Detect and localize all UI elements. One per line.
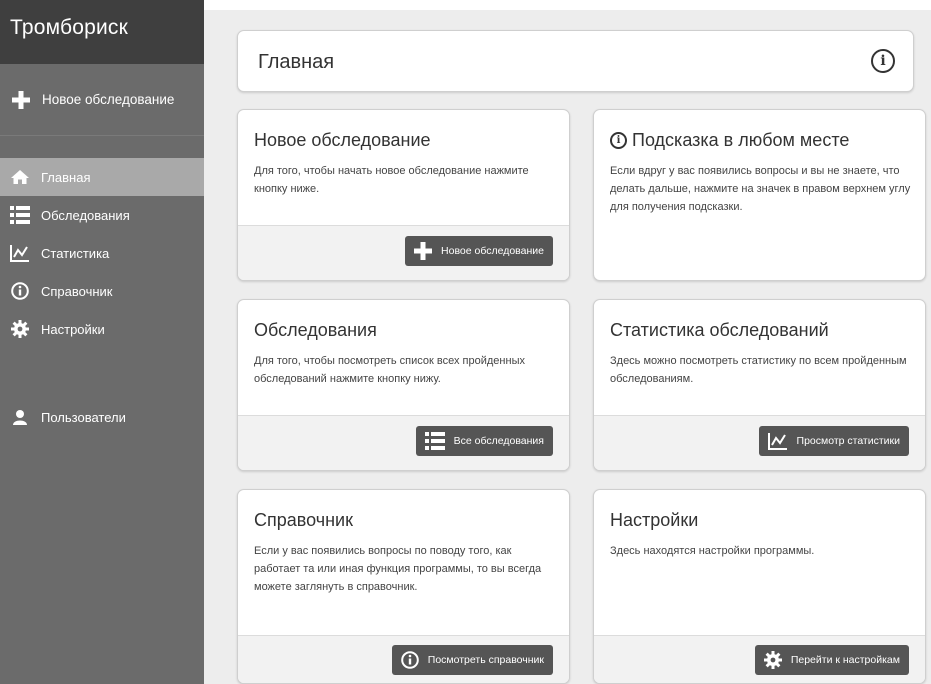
- main-content: Главная i Новое обследование Для того, ч…: [204, 10, 931, 684]
- list-icon: [424, 432, 445, 450]
- sidebar-new-exam-label: Новое обследование: [42, 92, 175, 107]
- button-label: Новое обследование: [441, 245, 544, 257]
- info-icon: [9, 281, 31, 301]
- go-to-settings-button[interactable]: Перейти к настройкам: [754, 645, 909, 675]
- card-footer: Посмотреть справочник: [238, 635, 569, 683]
- sidebar-item-label: Настройки: [41, 321, 105, 337]
- sidebar-item-settings[interactable]: Настройки: [0, 310, 204, 348]
- sidebar-item-label: Обследования: [41, 207, 130, 223]
- card-title: Статистика обследований: [610, 320, 829, 340]
- card-text: Если у вас появились вопросы по поводу т…: [254, 545, 542, 593]
- view-reference-button[interactable]: Посмотреть справочник: [391, 645, 553, 675]
- card-text: Если вдруг у вас появились вопросы и вы …: [610, 165, 911, 213]
- card-settings: Настройки Здесь находятся настройки прог…: [593, 489, 926, 684]
- all-exams-button[interactable]: Все обследования: [415, 426, 553, 456]
- card-title: i Подсказка в любом месте: [610, 130, 849, 151]
- button-label: Перейти к настройкам: [790, 654, 900, 666]
- card-new-exam: Новое обследование Для того, чтобы начат…: [237, 109, 570, 281]
- new-exam-button[interactable]: Новое обследование: [405, 236, 553, 266]
- page-header: Главная i: [237, 30, 914, 92]
- card-exams: Обследования Для того, чтобы посмотреть …: [237, 299, 570, 471]
- info-icon[interactable]: i: [871, 49, 895, 73]
- home-icon: [9, 167, 31, 187]
- user-icon: [9, 407, 31, 427]
- card-footer: Новое обследование: [238, 225, 569, 280]
- card-title: Обследования: [254, 320, 377, 340]
- card-text: Для того, чтобы начать новое обследовани…: [254, 165, 529, 195]
- card-title-text: Подсказка в любом месте: [632, 130, 850, 150]
- sidebar-item-home[interactable]: Главная: [0, 158, 204, 196]
- app-title: Тромбориск: [0, 0, 204, 64]
- info-icon: i: [610, 132, 627, 149]
- card-title: Справочник: [254, 510, 353, 530]
- card-footer: Просмотр статистики: [594, 415, 925, 470]
- sidebar-item-reference[interactable]: Справочник: [0, 272, 204, 310]
- button-label: Все обследования: [453, 435, 544, 447]
- card-footer: Перейти к настройкам: [594, 635, 925, 683]
- view-statistics-button[interactable]: Просмотр статистики: [758, 426, 909, 456]
- card-text: Здесь можно посмотреть статистику по все…: [610, 355, 907, 385]
- card-hint: i Подсказка в любом месте Если вдруг у в…: [593, 109, 926, 281]
- card-text: Для того, чтобы посмотреть список всех п…: [254, 355, 525, 385]
- chart-icon: [767, 432, 788, 450]
- sidebar-item-label: Главная: [41, 169, 91, 185]
- plus-icon: [10, 90, 32, 110]
- list-icon: [9, 205, 31, 225]
- card-title: Настройки: [610, 510, 699, 530]
- chart-icon: [9, 243, 31, 263]
- sidebar-item-label: Статистика: [41, 245, 110, 261]
- card-text: Здесь находятся настройки программы.: [610, 545, 815, 557]
- button-label: Просмотр статистики: [796, 435, 900, 447]
- info-icon: [400, 651, 419, 669]
- sidebar: Тромбориск Новое обследование Главная Об…: [0, 0, 204, 684]
- sidebar-new-exam-button[interactable]: Новое обследование: [0, 64, 204, 136]
- card-reference: Справочник Если у вас появились вопросы …: [237, 489, 570, 684]
- sidebar-item-label: Справочник: [41, 283, 113, 299]
- page-title: Главная: [258, 51, 335, 73]
- plus-icon: [414, 242, 433, 260]
- gear-icon: [9, 319, 31, 339]
- sidebar-item-exams[interactable]: Обследования: [0, 196, 204, 234]
- sidebar-item-statistics[interactable]: Статистика: [0, 234, 204, 272]
- button-label: Посмотреть справочник: [427, 654, 544, 666]
- card-title: Новое обследование: [254, 130, 431, 150]
- sidebar-item-users[interactable]: Пользователи: [0, 398, 204, 436]
- card-footer: Все обследования: [238, 415, 569, 470]
- card-statistics: Статистика обследований Здесь можно посм…: [593, 299, 926, 471]
- gear-icon: [763, 651, 782, 669]
- sidebar-item-label: Пользователи: [41, 409, 126, 425]
